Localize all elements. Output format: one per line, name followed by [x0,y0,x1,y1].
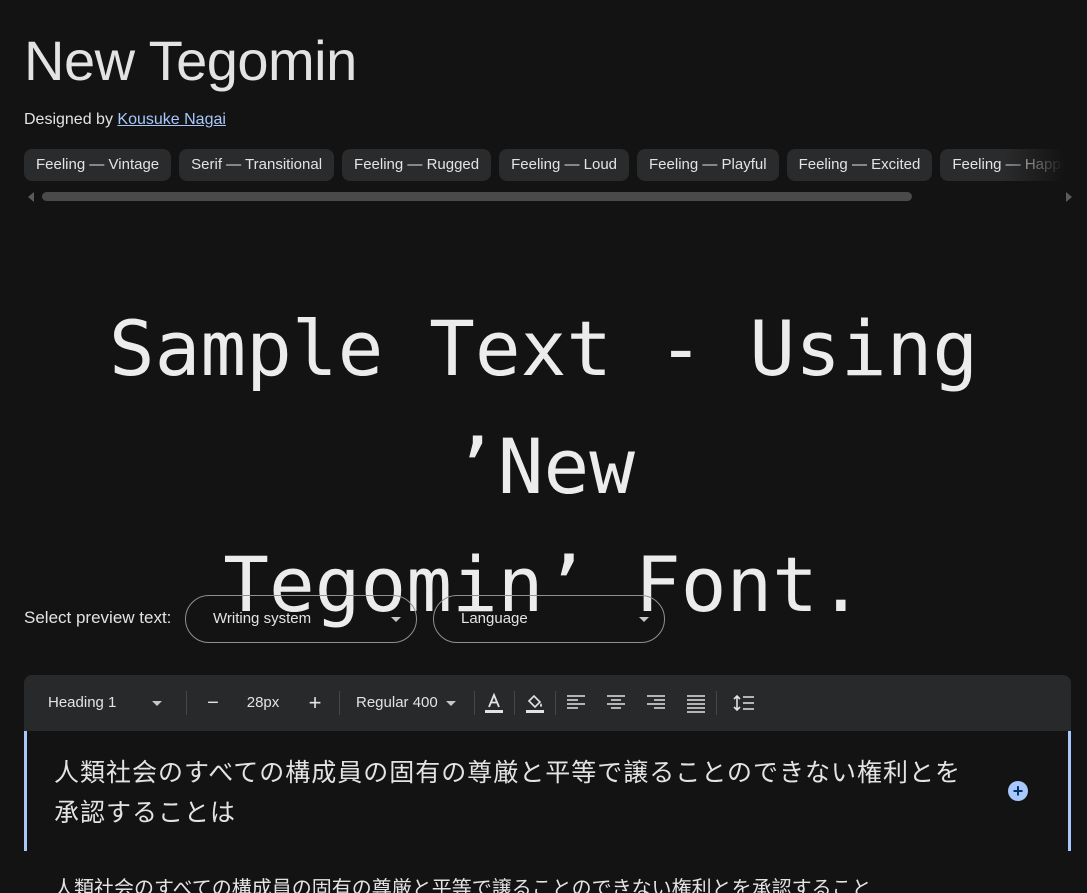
tag-chip[interactable]: Feeling — Playful [637,149,779,181]
line-height-icon[interactable] [732,691,756,715]
editor-next-paragraph[interactable]: 人類社会のすべての構成員の固有の尊厳と平等で譲ることのできない権利とを承認するこ… [54,873,1064,893]
tag-chip[interactable]: Feeling — Excited [786,149,933,181]
decrease-size-button[interactable]: − [203,675,223,731]
highlight-color-icon[interactable] [523,691,547,715]
preview-editor[interactable]: 人類社会のすべての構成員の固有の尊厳と平等で譲ることのできない権利とを承認するこ… [24,731,1071,851]
scrollbar-thumb[interactable] [42,192,912,201]
chevron-down-icon [639,617,649,622]
weight-value: Regular 400 [356,694,438,711]
writing-system-value: Writing system [213,610,312,627]
chips-scrollbar[interactable] [24,189,1072,203]
designed-by-label: Designed by [24,111,113,128]
align-left-icon[interactable] [564,691,588,715]
toolbar-divider [555,691,556,715]
toolbar-divider [474,691,475,715]
tag-chips: Feeling — Vintage Serif — Transitional Fee… [24,149,1064,181]
weight-select[interactable]: Regular 400 [356,675,464,731]
designer-link[interactable]: Kousuke Nagai [117,111,226,128]
editor-heading-text[interactable]: 人類社会のすべての構成員の固有の尊厳と平等で譲ることのできない権利とを承認するこ… [54,753,964,833]
tag-chip[interactable]: Feeling — Loud [499,149,630,181]
style-select[interactable]: Heading 1 [48,675,168,731]
scroll-right-arrow-icon[interactable] [1066,192,1072,202]
page-title: New Tegomin [24,29,357,92]
writing-system-dropdown[interactable]: Writing system [185,595,417,643]
preview-text-label: Select preview text: [24,608,172,627]
style-value: Heading 1 [48,694,117,711]
toolbar-divider [716,691,717,715]
font-page: New Tegomin Designed by Kousuke Nagai Fe… [0,0,1087,893]
increase-size-button[interactable]: + [305,675,325,731]
toolbar-divider [514,691,515,715]
tag-chip[interactable]: Feeling — Vintage [24,149,172,181]
chevron-down-icon [391,617,401,622]
toolbar-divider [339,691,340,715]
language-value: Language [461,610,528,627]
tag-chip[interactable]: Serif — Transitional [179,149,335,181]
chips-fade [1004,149,1064,181]
language-dropdown[interactable]: Language [433,595,665,643]
text-color-icon[interactable] [482,691,506,715]
scroll-left-arrow-icon[interactable] [28,192,34,202]
tag-chip[interactable]: Feeling — Rugged [342,149,492,181]
font-size-value[interactable]: 28px [242,675,284,731]
toolbar-divider [186,691,187,715]
chevron-down-icon [152,701,162,706]
align-center-icon[interactable] [604,691,628,715]
chevron-down-icon [446,701,456,706]
designer-line: Designed by Kousuke Nagai [24,111,226,129]
add-circle-icon[interactable]: + [1008,781,1028,801]
sample-text-preview[interactable]: Sample Text - Using ’New Tegomin’ Font. [20,290,1067,644]
align-right-icon[interactable] [644,691,668,715]
align-justify-icon[interactable] [684,691,708,715]
editor-toolbar: Heading 1 − 28px + Regular 400 [24,675,1071,731]
sample-line-1: Sample Text - Using ’New [108,304,979,511]
